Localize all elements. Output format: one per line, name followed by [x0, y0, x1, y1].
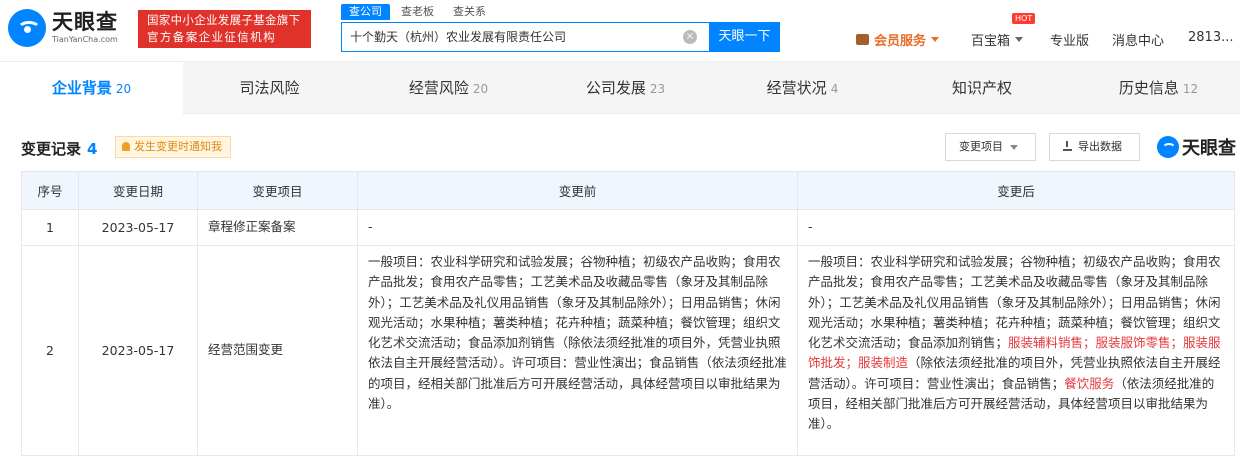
- change-records-section: 变更记录 4 发生变更时通知我 变更项目 导出数据 天眼查 序号 变更日期 变更项…: [0, 114, 1240, 470]
- brand-watermark: 天眼查: [1157, 134, 1236, 160]
- notify-on-change-button[interactable]: 发生变更时通知我: [115, 136, 231, 158]
- cell-before: -: [357, 209, 798, 246]
- tab-history[interactable]: 历史信息 12: [1077, 62, 1240, 114]
- search-type-tabs: 查公司 查老板 查关系: [341, 4, 497, 20]
- eye-logo-icon: [8, 9, 46, 47]
- pro-version-link[interactable]: 专业版: [1050, 30, 1089, 49]
- col-header-after: 变更后: [797, 171, 1235, 210]
- logo-name: 天眼查: [52, 10, 118, 34]
- table-row: 2 2023-05-17 经营范围变更 一般项目：农业科学研究和试验发展；谷物种…: [21, 245, 1235, 456]
- user-account[interactable]: 2813...: [1188, 30, 1233, 45]
- added-scope-highlight: 餐饮服务: [1064, 375, 1115, 391]
- col-header-before: 变更前: [357, 171, 798, 210]
- tab-legal-risk[interactable]: 司法风险: [183, 62, 360, 114]
- toolbox-menu[interactable]: 百宝箱: [971, 30, 1024, 49]
- cell-no: 1: [21, 209, 79, 246]
- bell-icon: [122, 142, 130, 151]
- change-item-filter[interactable]: 变更项目: [945, 133, 1036, 161]
- tab-operating-risk[interactable]: 经营风险 20: [360, 62, 537, 114]
- eye-logo-icon: [1157, 136, 1179, 158]
- tianyancha-logo[interactable]: 天眼查 TianYanCha.com: [8, 9, 118, 47]
- record-count: 4: [87, 140, 98, 158]
- col-header-date: 变更日期: [78, 171, 198, 210]
- cell-before: 一般项目：农业科学研究和试验发展；谷物种植；初级农产品收购；食用农产品批发；食用…: [357, 245, 798, 456]
- hot-badge: HOT: [1012, 13, 1036, 24]
- tab-operating-status[interactable]: 经营状况 4: [714, 62, 891, 114]
- cell-date: 2023-05-17: [78, 209, 198, 246]
- cell-after: -: [797, 209, 1235, 246]
- section-title: 变更记录 4: [21, 140, 98, 158]
- chevron-down-icon: [931, 37, 940, 42]
- search-tab-boss[interactable]: 查老板: [393, 4, 442, 20]
- cell-item: 章程修正案备案: [197, 209, 358, 246]
- main-tabs: 企业背景 20 司法风险 经营风险 20 公司发展 23 经营状况 4 知识产权 历史信…: [0, 62, 1240, 114]
- chevron-down-icon: [1015, 37, 1024, 42]
- tab-company-development[interactable]: 公司发展 23: [537, 62, 714, 114]
- cell-after: 一般项目：农业科学研究和试验发展；谷物种植；初级农产品收购；食用农产品批发；食用…: [797, 245, 1235, 456]
- download-icon: [1063, 141, 1072, 151]
- export-data-button[interactable]: 导出数据: [1049, 133, 1140, 161]
- clear-icon[interactable]: ×: [683, 30, 697, 44]
- tab-company-background[interactable]: 企业背景 20: [0, 62, 183, 114]
- change-records-table: 序号 变更日期 变更项目 变更前 变更后 1 2023-05-17 章程修正案备…: [21, 171, 1235, 456]
- col-header-item: 变更项目: [197, 171, 358, 210]
- cell-item: 经营范围变更: [197, 245, 358, 456]
- table-header-row: 序号 变更日期 变更项目 变更前 变更后: [21, 171, 1235, 210]
- chevron-down-icon: [1010, 144, 1018, 150]
- search-tab-company[interactable]: 查公司: [341, 4, 390, 20]
- col-header-no: 序号: [21, 171, 79, 210]
- table-row: 1 2023-05-17 章程修正案备案 - -: [21, 209, 1235, 246]
- logo-domain: TianYanCha.com: [52, 35, 118, 44]
- crown-icon: [856, 34, 869, 45]
- search-button[interactable]: 天眼一下: [709, 22, 780, 52]
- cell-no: 2: [21, 245, 79, 456]
- top-bar: 天眼查 TianYanCha.com 国家中小企业发展子基金旗下 官方备案企业征…: [0, 0, 1240, 62]
- search-tab-relation[interactable]: 查关系: [445, 4, 494, 20]
- official-slogan: 国家中小企业发展子基金旗下 官方备案企业征信机构: [138, 10, 311, 48]
- tab-intellectual-property[interactable]: 知识产权: [891, 62, 1077, 114]
- cell-date: 2023-05-17: [78, 245, 198, 456]
- search-input[interactable]: 十个勤天（杭州）农业发展有限责任公司 ×: [341, 22, 709, 52]
- message-center-link[interactable]: 消息中心: [1112, 30, 1164, 49]
- vip-service-menu[interactable]: 会员服务: [856, 30, 940, 49]
